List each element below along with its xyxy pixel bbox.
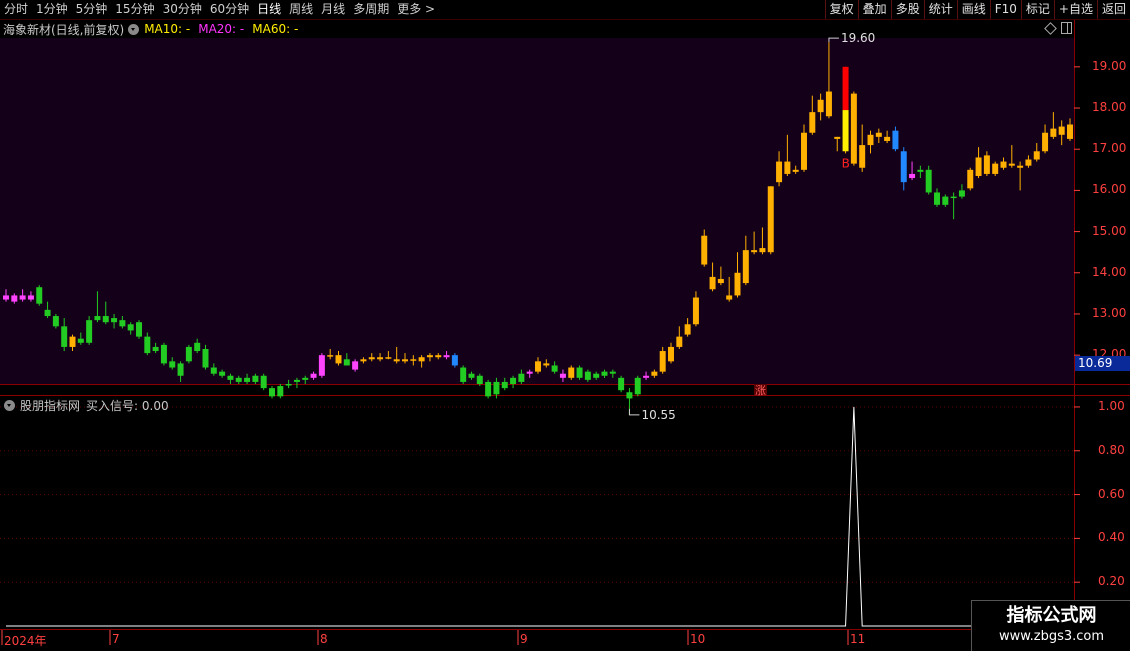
candle [36,285,43,306]
kline-chart[interactable]: 19.60 10.55 B 涨 [0,0,1130,650]
price-tick-label: 13.00 [1092,305,1127,320]
rise-marker: 涨 [755,384,766,397]
date-tick-label: 10 [690,632,706,646]
price-tick-label: 18.00 [1092,100,1127,115]
candle [185,344,192,364]
candle [451,353,458,368]
candle [485,379,492,399]
candle [967,167,974,191]
candle [160,342,167,366]
candle [576,365,583,380]
watermark-url: www.zbgs3.com [998,629,1105,644]
high-marker-text: 19.60 [841,31,875,45]
indicator-tick-label: 0.60 [1098,486,1125,501]
indicator-header: 股朋指标网 买入信号: 0.00 [0,397,169,413]
watermark-title: 指标公式网 [1006,605,1097,626]
date-tick-label: 7 [112,632,120,646]
price-tick-label: 17.00 [1092,141,1127,156]
price-tick-label: 14.00 [1092,264,1127,279]
price-panel-bg [0,38,1074,384]
candle [277,384,284,399]
price-axis: 19.00 18.00 17.00 16.00 15.00 14.00 13.00 12.00 [1074,38,1130,384]
price-tick-label: 16.00 [1092,182,1127,197]
candle [260,373,267,391]
candle [767,186,774,255]
candle [925,165,932,195]
candle [568,365,575,380]
candle [269,386,275,399]
candle [992,161,999,176]
low-marker-line [628,408,640,416]
date-tick-label: 2024年 [4,634,47,648]
candle [634,375,641,397]
candle [52,313,59,329]
watermark: 指标公式网 www.zbgs3.com [971,600,1130,651]
buy-signal-label: 买入信号: 0.00 [86,398,169,413]
candle [318,353,325,378]
buy-marker: B [842,157,850,171]
indicator-axis: 1.00 0.80 0.60 0.40 0.20 [1074,396,1130,630]
candle [618,375,625,393]
date-tick-label: 8 [320,632,328,646]
candle [850,91,857,166]
date-tick-label: 11 [850,632,866,646]
buy-signal-line [6,406,1095,627]
candle [86,316,93,345]
candle [460,365,467,384]
price-tick-label: 19.00 [1092,58,1127,73]
current-price-tag: 10.69 [1075,356,1130,371]
low-marker-text: 10.55 [641,408,675,422]
date-tick-label: 9 [520,632,528,646]
candle [842,66,849,154]
candle [136,320,142,339]
indicator-tick-label: 0.40 [1098,530,1125,545]
indicator-tick-label: 0.80 [1098,442,1125,457]
indicator-tick-label: 0.20 [1098,574,1125,589]
indicator-title: 股朋指标网 [20,398,81,413]
chevron-down-icon[interactable] [4,399,15,411]
price-tick-label: 15.00 [1092,223,1127,238]
indicator-tick-label: 1.00 [1098,398,1125,413]
